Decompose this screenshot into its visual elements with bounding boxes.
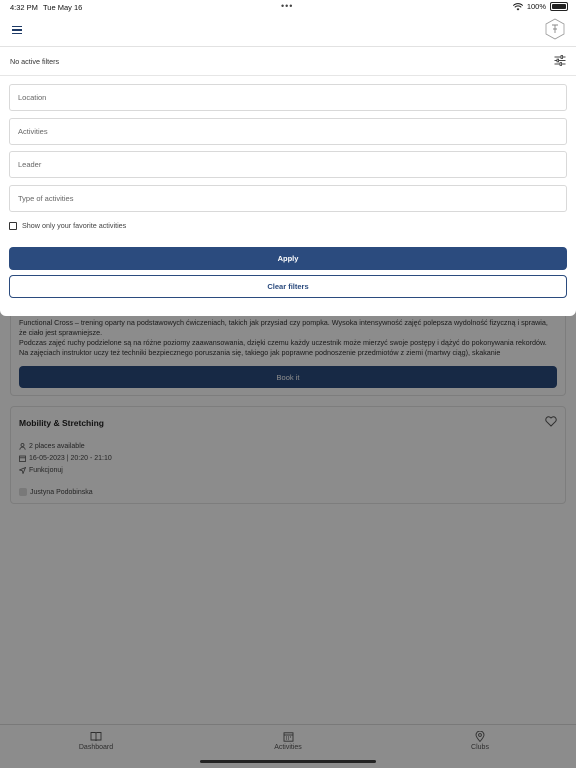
- filter-panel: No active filters Show only your favorit…: [0, 46, 576, 316]
- top-bar: [0, 14, 576, 47]
- filter-settings-icon[interactable]: [554, 55, 566, 66]
- status-bar: 4:32 PM Tue May 16 ••• 100%: [0, 0, 576, 14]
- wifi-icon: [512, 2, 523, 10]
- status-date: Tue May 16: [43, 3, 83, 12]
- location-input[interactable]: [9, 84, 567, 111]
- multitasking-dots-icon[interactable]: •••: [281, 1, 293, 11]
- apply-button[interactable]: Apply: [9, 247, 567, 270]
- home-indicator[interactable]: [200, 760, 376, 763]
- status-right: 100%: [512, 2, 568, 11]
- filters-header: No active filters: [0, 46, 576, 76]
- favorites-label: Show only your favorite activities: [22, 221, 127, 230]
- active-filters-text: No active filters: [10, 57, 60, 66]
- battery-percent: 100%: [526, 2, 546, 11]
- favorites-toggle[interactable]: Show only your favorite activities: [9, 221, 126, 230]
- status-time: 4:32 PM: [10, 3, 38, 12]
- menu-icon[interactable]: [12, 26, 22, 34]
- battery-icon: [550, 2, 568, 11]
- activities-input[interactable]: [9, 118, 567, 145]
- app-logo-icon[interactable]: [544, 18, 566, 40]
- favorites-checkbox[interactable]: [9, 221, 17, 230]
- leader-input[interactable]: [9, 151, 567, 178]
- activity-type-input[interactable]: [9, 185, 567, 212]
- clear-filters-button[interactable]: Clear filters: [9, 275, 567, 298]
